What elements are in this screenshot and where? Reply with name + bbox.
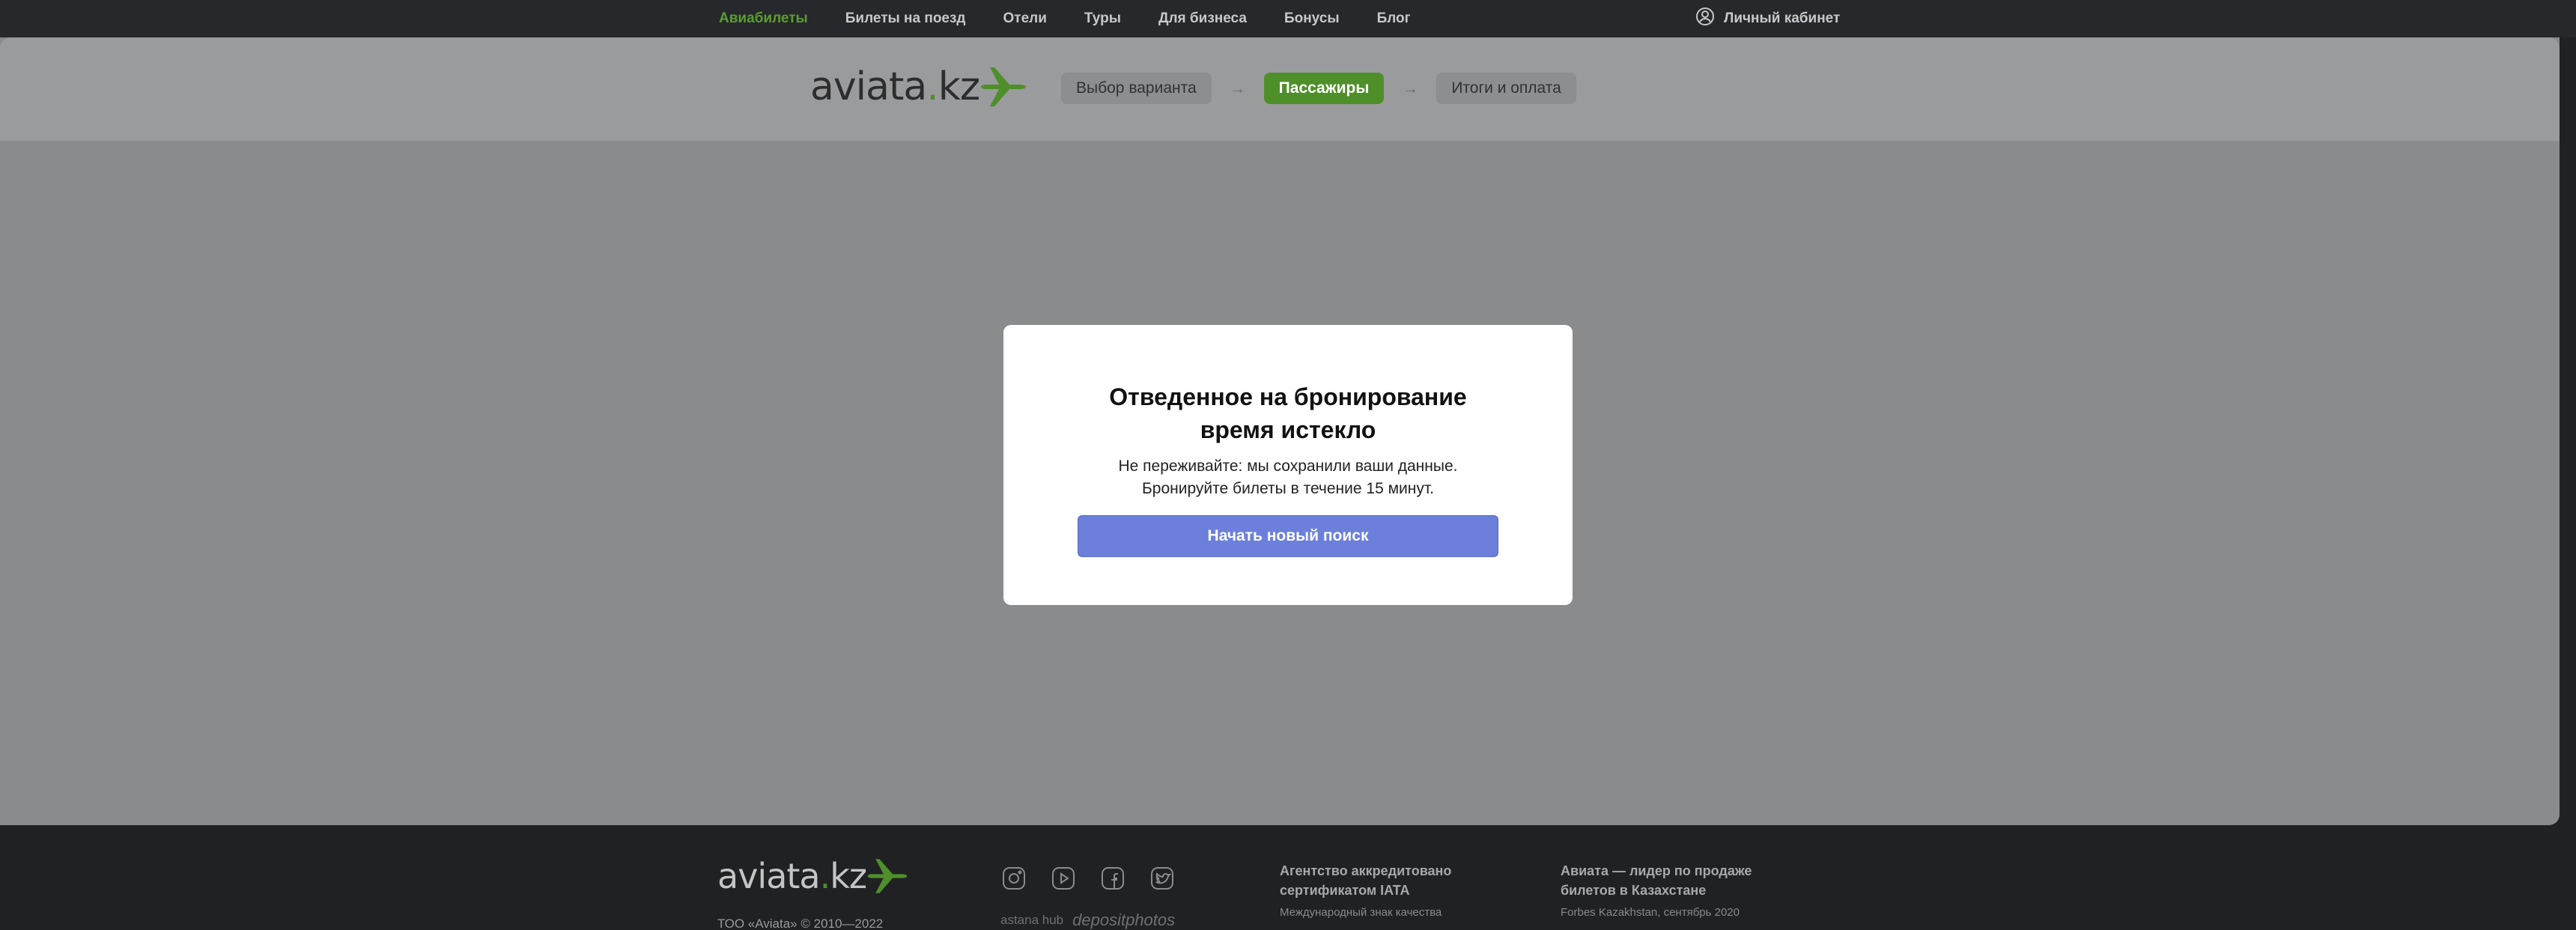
step-summary-payment[interactable]: Итоги и оплата xyxy=(1436,73,1576,104)
step-passengers[interactable]: Пассажиры xyxy=(1263,73,1385,104)
step-select-option[interactable]: Выбор варианта xyxy=(1061,73,1212,104)
top-nav-links: Авиабилеты Билеты на поезд Отели Туры Дл… xyxy=(719,0,1411,37)
account-link[interactable]: Личный кабинет xyxy=(1695,0,1840,37)
logo-wordmark: aviata.kz xyxy=(810,64,980,109)
footer-logo-wordmark: aviata.kz xyxy=(717,856,867,896)
leader-subtitle: Forbes Kazakhstan, сентябрь 2020 xyxy=(1561,906,1740,919)
social-links xyxy=(1000,865,1176,892)
nav-item-trains[interactable]: Билеты на поезд xyxy=(845,10,966,27)
footer-aviata-logo[interactable]: aviata.kz xyxy=(717,855,908,897)
astana-hub-logo: astana hub xyxy=(1000,913,1064,927)
nav-item-flights[interactable]: Авиабилеты xyxy=(719,10,808,27)
airplane-icon xyxy=(866,855,908,897)
instagram-icon[interactable] xyxy=(1000,865,1027,892)
twitter-icon[interactable] xyxy=(1149,865,1176,892)
top-navigation: Авиабилеты Билеты на поезд Отели Туры Дл… xyxy=(0,0,2576,37)
footer-leader-block: Авиата — лидер по продаже билетов в Каза… xyxy=(1561,861,1785,919)
user-icon xyxy=(1695,7,1715,31)
nav-item-bonuses[interactable]: Бонусы xyxy=(1284,10,1340,27)
nav-item-business[interactable]: Для бизнеса xyxy=(1158,10,1247,27)
leader-title: Авиата — лидер по продаже билетов в Каза… xyxy=(1561,863,1752,898)
modal-title: Отведенное на бронирование время истекло xyxy=(1109,383,1467,443)
iata-subtitle: Международный знак качества xyxy=(1280,906,1442,919)
youtube-icon[interactable] xyxy=(1050,865,1077,892)
footer-iata-block: Агентство аккредитовано сертификатом IAT… xyxy=(1280,861,1504,919)
step-arrow-icon: → xyxy=(1402,79,1419,97)
iata-title: Агентство аккредитовано сертификатом IAT… xyxy=(1280,863,1452,898)
step-arrow-icon: → xyxy=(1229,79,1246,97)
modal-message: Не переживайте: мы сохранили ваши данные… xyxy=(1056,455,1520,500)
account-label: Личный кабинет xyxy=(1724,10,1841,26)
booking-header: aviata.kz Выбор варианта → Пассажиры → И… xyxy=(0,37,2560,141)
depositphotos-logo: depositphotos xyxy=(1072,911,1176,929)
facebook-icon[interactable] xyxy=(1099,865,1126,892)
partner-logos: astana hub depositphotos xyxy=(1000,911,1175,930)
session-expired-modal: Отведенное на бронирование время истекло… xyxy=(1003,325,1573,605)
copyright-text: ТОО «Aviata» © 2010—2022 xyxy=(717,917,884,930)
nav-item-hotels[interactable]: Отели xyxy=(1003,10,1047,27)
new-search-button[interactable]: Начать новый поиск xyxy=(1078,515,1498,557)
footer: aviata.kz ТОО «Aviata» © 2010—2022 astan… xyxy=(0,825,2576,930)
booking-steps: Выбор варианта → Пассажиры → Итоги и опл… xyxy=(1061,73,1576,104)
airplane-icon xyxy=(979,63,1027,111)
modal-message-line1: Не переживайте: мы сохранили ваши данные… xyxy=(1118,458,1458,475)
nav-item-blog[interactable]: Блог xyxy=(1377,10,1411,27)
nav-item-tours[interactable]: Туры xyxy=(1084,10,1121,27)
modal-message-line2: Бронируйте билеты в течение 15 минут. xyxy=(1142,480,1434,497)
aviata-logo[interactable]: aviata.kz xyxy=(810,63,1027,111)
